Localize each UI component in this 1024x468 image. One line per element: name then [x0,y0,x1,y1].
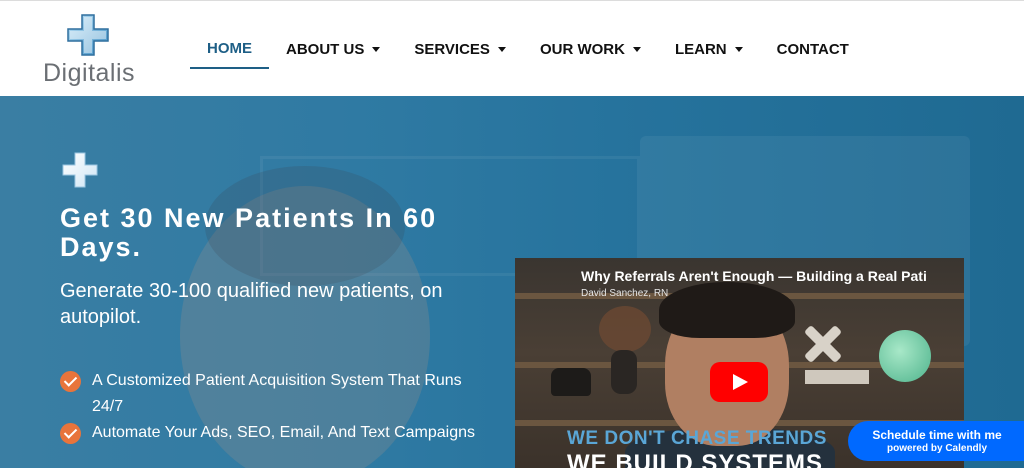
hero-section: Get 30 New Patients In 60 Days. Generate… [0,96,1024,468]
hero-title: Get 30 New Patients In 60 Days. [60,203,438,262]
caret-down-icon [734,46,743,52]
nav-services-label: SERVICES [414,40,490,58]
nav-learn[interactable]: LEARN [658,29,760,69]
caret-down-icon [372,46,381,52]
books-decor [805,370,869,384]
benefit-text: Automate Your Ads, SEO, Email, And Text … [92,424,476,441]
nav-our-work[interactable]: OUR WORK [523,29,658,69]
lamp-decor [879,330,931,382]
nav-services[interactable]: SERVICES [397,29,523,69]
calendly-sub-label: powered by Calendly [886,443,988,454]
nav-about-us-label: ABOUT US [286,40,365,58]
benefits-list: A Customized Patient Acquisition System … [60,368,480,446]
hero-subtitle: Generate 30-100 qualified new patients, … [60,280,443,328]
nav-about-us[interactable]: ABOUT US [269,29,397,69]
main-navigation: HOME ABOUT US SERVICES OUR WORK LEARN CO… [190,29,866,69]
benefit-text: A Customized Patient Acquisition System … [92,372,462,415]
nav-our-work-label: OUR WORK [539,40,625,58]
nav-home[interactable]: HOME [190,29,269,69]
site-header: Digitalis HOME ABOUT US SERVICES OUR WOR… [0,0,1024,96]
calendly-schedule-button[interactable]: Schedule time with me powered by Calendl… [848,421,1024,461]
caret-down-icon [632,46,641,52]
digitalis-logo[interactable]: Digitalis [40,11,140,91]
nav-contact[interactable]: CONTACT [760,29,866,69]
check-circle-icon [60,423,81,444]
presenter-hair [659,282,795,338]
video-banner-line1: WE DON'T CHASE TRENDS [567,428,827,449]
x-sculpture-decor [801,322,845,366]
caret-down-icon [497,46,506,52]
vase-decor [551,368,591,396]
benefit-item: A Customized Patient Acquisition System … [60,368,480,420]
vase-decor [611,350,637,394]
logo-wordmark: Digitalis [43,59,136,87]
nav-contact-label: CONTACT [776,40,849,58]
nav-home-label: HOME [207,39,252,57]
medical-cross-logo-icon [67,14,109,56]
medical-cross-icon [62,152,98,188]
play-button[interactable] [710,362,768,402]
video-channel-name[interactable]: David Sanchez, RN [581,288,668,299]
benefit-item: Automate Your Ads, SEO, Email, And Text … [60,420,480,446]
nav-learn-label: LEARN [674,40,727,58]
check-circle-icon [60,371,81,392]
video-title[interactable]: Why Referrals Aren't Enough — Building a… [581,268,961,284]
calendly-main-label: Schedule time with me [872,428,1002,442]
video-banner-line2: WE BUILD SYSTEMS [567,450,824,468]
plant-decor [599,306,651,352]
